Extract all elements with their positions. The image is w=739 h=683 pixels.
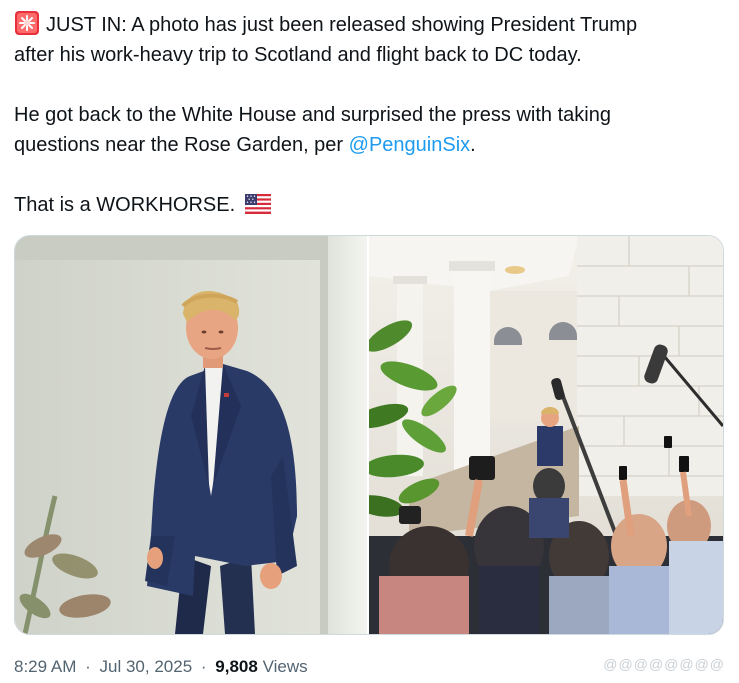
- tweet-metadata: 8:29 AM · Jul 30, 2025 · 9,808 Views: [14, 655, 308, 679]
- tweet-date: Jul 30, 2025: [99, 657, 193, 676]
- tweet-line-1-cont: after his work-heavy trip to Scotland an…: [14, 44, 582, 66]
- tweet-line-3: That is a WORKHORSE.: [14, 194, 236, 216]
- separator-2: ·: [200, 657, 207, 676]
- tweet-line-2a: He got back to the White House and surpr…: [14, 104, 611, 126]
- separator: ·: [85, 657, 91, 676]
- tweet-text: JUST IN: A photo has just been released …: [14, 10, 724, 220]
- tweet-paragraph-3: That is a WORKHORSE.: [14, 190, 724, 220]
- tweet-line-2b: questions near the Rose Garden, per: [14, 134, 349, 156]
- timestamp-link[interactable]: 8:29 AM · Jul 30, 2025: [14, 657, 197, 676]
- media-grid: [14, 235, 724, 635]
- tweet-line-1: JUST IN: A photo has just been released …: [46, 14, 638, 36]
- mention-link[interactable]: @PenguinSix: [349, 134, 470, 156]
- photo-trump-portrait[interactable]: [15, 236, 367, 634]
- tweet-paragraph-2: He got back to the White House and surpr…: [14, 100, 724, 160]
- watermark: @@@@@@@@: [603, 656, 725, 672]
- police-light-icon: [14, 10, 40, 36]
- views-label: Views: [262, 657, 308, 676]
- us-flag-icon: [244, 193, 272, 215]
- photo-press-gaggle[interactable]: [369, 236, 723, 634]
- tweet-line-2-end: .: [470, 134, 476, 156]
- tweet-time: 8:29 AM: [14, 657, 77, 676]
- tweet-paragraph-1: JUST IN: A photo has just been released …: [14, 10, 724, 70]
- views-count: 9,808: [215, 657, 258, 676]
